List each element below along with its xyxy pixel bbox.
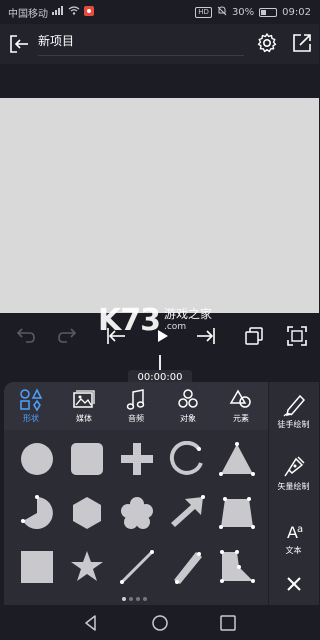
close-button[interactable] — [268, 572, 319, 598]
tab-shapes[interactable]: 形状 — [9, 388, 53, 426]
svg-text:a: a — [297, 524, 303, 535]
nav-home-icon[interactable] — [151, 614, 169, 632]
star-shape[interactable] — [69, 549, 105, 585]
playhead[interactable] — [159, 355, 161, 371]
tab-elements[interactable]: 元素 — [219, 388, 263, 426]
watermark-logo: K73 — [98, 303, 161, 338]
clock: 09:02 — [282, 6, 311, 18]
tab-audio[interactable]: 音频 — [114, 388, 158, 426]
tab-label: 元素 — [233, 414, 249, 423]
gear-icon[interactable] — [255, 31, 279, 55]
system-nav-bar — [0, 605, 319, 640]
arrow-shape[interactable] — [169, 495, 205, 531]
battery-percent: 30% — [231, 6, 255, 18]
arc-shape[interactable] — [169, 441, 205, 477]
export-icon[interactable] — [290, 31, 314, 55]
project-title: 新项目 — [38, 34, 75, 48]
vector-label: 矢量绘制 — [277, 482, 310, 491]
plus-shape[interactable] — [119, 441, 155, 477]
triangle-shape[interactable] — [219, 441, 255, 477]
project-canvas[interactable] — [0, 98, 319, 313]
pencil-icon — [283, 394, 305, 417]
page-dot — [129, 597, 133, 601]
circle-shape[interactable] — [19, 441, 55, 477]
undo-icon[interactable] — [10, 322, 38, 350]
battery-icon — [259, 7, 278, 17]
page-dot — [122, 597, 126, 601]
notification-icon — [84, 5, 94, 19]
hexagon-shape[interactable] — [69, 495, 105, 531]
freehand-draw-button[interactable]: 徒手绘制 — [268, 392, 319, 430]
watermark: K73 游戏之家 .com — [98, 303, 228, 343]
line-shape[interactable] — [119, 549, 155, 585]
fit-screen-icon[interactable] — [283, 322, 311, 350]
page-indicator — [122, 597, 148, 603]
square-shape[interactable] — [19, 549, 55, 585]
signal-icon — [52, 6, 64, 18]
pen-tool-icon — [283, 456, 305, 477]
rounded-square-shape[interactable] — [69, 441, 105, 477]
tab-label: 音频 — [128, 414, 144, 423]
page-dot — [136, 597, 140, 601]
tab-label: 媒体 — [76, 414, 92, 423]
tab-label: 形状 — [23, 414, 39, 423]
vector-draw-button[interactable]: 矢量绘制 — [268, 454, 319, 492]
status-bar: 中国移动 HD 30% 09:02 — [0, 0, 319, 24]
pie-shape[interactable] — [19, 495, 55, 531]
app-header: 新项目 — [0, 24, 319, 64]
text-label: 文本 — [285, 546, 302, 555]
music-icon — [126, 389, 145, 410]
tab-media[interactable]: 媒体 — [62, 388, 106, 426]
quad-shape[interactable] — [219, 495, 255, 531]
nav-recents-icon[interactable] — [219, 614, 237, 632]
polygon-shape[interactable] — [219, 549, 255, 585]
close-icon — [286, 577, 301, 591]
canvas-top-margin — [0, 64, 319, 98]
page-dot — [143, 597, 147, 601]
redo-icon[interactable] — [55, 322, 83, 350]
freehand-label: 徒手绘制 — [277, 420, 310, 429]
watermark-text: 游戏之家 — [164, 307, 213, 321]
carrier-label: 中国移动 — [8, 8, 48, 20]
hd-badge: HD — [195, 6, 212, 18]
tab-label: 对象 — [180, 414, 196, 423]
pill-shape[interactable] — [169, 549, 205, 585]
tab-objects[interactable]: 对象 — [166, 388, 210, 426]
project-title-field[interactable]: 新项目 — [38, 30, 244, 56]
media-icon — [73, 390, 95, 408]
watermark-url: .com — [164, 322, 187, 332]
mute-icon — [217, 5, 227, 19]
text-icon: Aa — [287, 523, 303, 542]
objects-icon — [178, 389, 198, 408]
text-button[interactable]: Aa 文本 — [268, 518, 319, 556]
back-arrow-icon[interactable] — [7, 32, 31, 56]
layers-icon[interactable] — [240, 322, 268, 350]
shapes-icon — [20, 388, 43, 412]
flower-shape[interactable] — [119, 495, 155, 531]
elements-icon — [229, 389, 251, 408]
nav-back-icon[interactable] — [82, 614, 100, 632]
wifi-icon — [68, 6, 80, 18]
